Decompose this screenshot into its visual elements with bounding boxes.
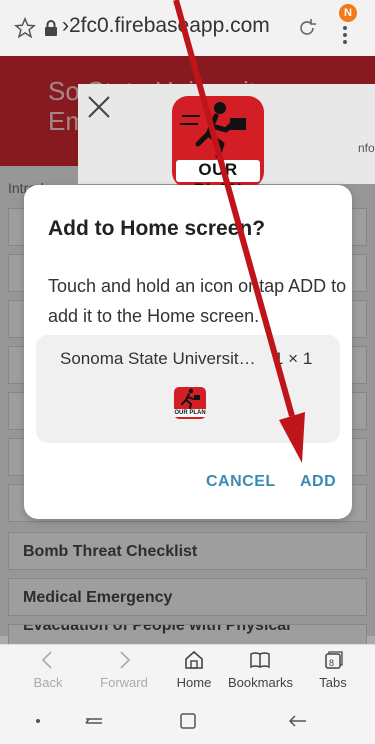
chevron-left-icon	[41, 651, 52, 669]
bookmarks-label: Bookmarks	[228, 675, 294, 690]
url-text[interactable]: ›2fc0.firebaseapp.com	[62, 14, 270, 38]
chevron-right-icon	[120, 651, 131, 669]
app-icon-small[interactable]: OUR PLAN	[174, 387, 206, 419]
back-label: Back	[33, 675, 63, 690]
system-nav-bar	[0, 698, 375, 744]
widget-size: 1 × 1	[274, 349, 313, 368]
app-name: Sonoma State Universit…	[60, 349, 256, 368]
tabs-button[interactable]: 8 Tabs	[301, 649, 365, 690]
back-arrow-icon[interactable]	[286, 710, 310, 732]
running-person-small-icon	[181, 388, 200, 409]
back-button[interactable]: Back	[16, 649, 80, 690]
app-icon-large: OUR PLAN	[172, 96, 264, 188]
home-label: Home	[176, 675, 212, 690]
recent-apps-icon[interactable]	[82, 710, 106, 732]
reload-icon[interactable]	[295, 16, 319, 40]
forward-button[interactable]: Forward	[92, 649, 156, 690]
card-info-text: nfo	[358, 141, 375, 155]
app-icon-label: OUR PLAN	[194, 160, 242, 188]
app-preview-box: Sonoma State Universit… 1 × 1 OUR PLAN	[36, 335, 340, 443]
close-icon[interactable]	[84, 92, 114, 122]
home-square-icon[interactable]	[176, 710, 200, 732]
dialog-title: Add to Home screen?	[48, 217, 266, 240]
dot-icon[interactable]	[26, 710, 50, 732]
lock-icon	[45, 20, 57, 36]
home-icon	[185, 650, 203, 669]
add-button[interactable]: ADD	[300, 473, 336, 491]
dialog-message: Touch and hold an icon or tap ADD to add…	[48, 276, 347, 326]
app-icon-small-label: OUR PLAN	[174, 409, 206, 417]
add-to-home-dialog: Add to Home screen? Touch and hold an ic…	[24, 185, 352, 519]
tabs-label: Tabs	[319, 675, 347, 690]
tabs-count: 8	[329, 658, 335, 668]
bookmarks-button[interactable]: Bookmarks	[228, 649, 294, 690]
browser-url-bar: ›2fc0.firebaseapp.com N	[0, 0, 375, 56]
cancel-button[interactable]: CANCEL	[206, 473, 276, 491]
notification-badge: N	[339, 4, 357, 22]
running-person-icon	[180, 102, 246, 159]
home-button[interactable]: Home	[162, 649, 226, 690]
forward-label: Forward	[100, 675, 148, 690]
bookmark-star-icon[interactable]	[14, 17, 36, 39]
bookmarks-icon	[250, 652, 270, 669]
browser-toolbar: Back Forward Home Bookmarks 8 Tabs	[0, 644, 375, 698]
